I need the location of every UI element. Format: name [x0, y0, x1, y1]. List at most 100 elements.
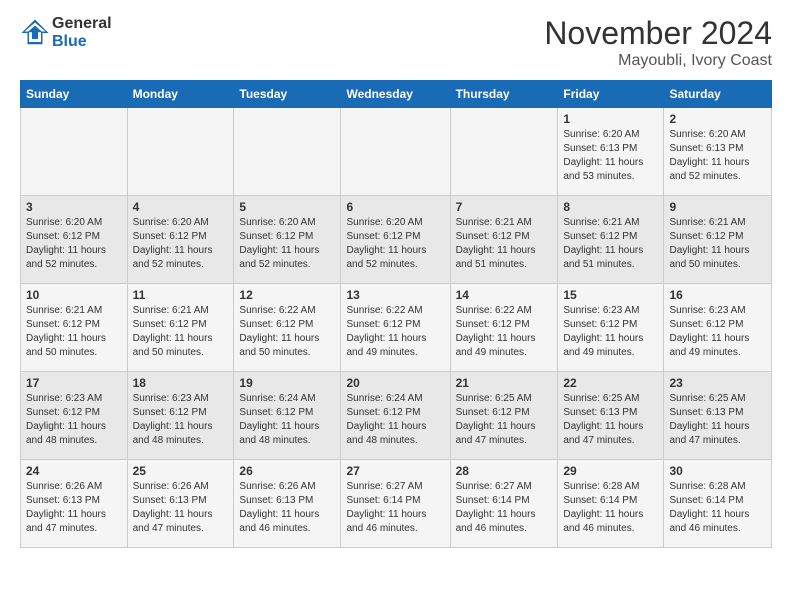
day-info: Sunrise: 6:26 AM Sunset: 6:13 PM Dayligh…	[133, 480, 229, 536]
day-number: 27	[346, 464, 444, 478]
day-number: 14	[456, 288, 553, 302]
calendar-week-row: 17Sunrise: 6:23 AM Sunset: 6:12 PM Dayli…	[21, 372, 772, 460]
day-info: Sunrise: 6:26 AM Sunset: 6:13 PM Dayligh…	[26, 480, 122, 536]
calendar-cell: 1 Sunrise: 6:20 AM Sunset: 6:13 PM Daylig…	[558, 108, 664, 196]
day-number: 20	[346, 376, 444, 390]
day-number: 25	[133, 464, 229, 478]
day-info: Sunrise: 6:24 AM Sunset: 6:12 PM Dayligh…	[346, 392, 444, 448]
day-info: Sunrise: 6:25 AM Sunset: 6:12 PM Dayligh…	[456, 392, 553, 448]
calendar-header-saturday: Saturday	[664, 81, 772, 108]
calendar-week-row: 1 Sunrise: 6:20 AM Sunset: 6:13 PM Daylig…	[21, 108, 772, 196]
day-number: 2	[669, 112, 766, 126]
calendar-cell: 8 Sunrise: 6:21 AM Sunset: 6:12 PM Daylig…	[558, 196, 664, 284]
calendar-cell: 25 Sunrise: 6:26 AM Sunset: 6:13 PM Dayli…	[127, 460, 234, 548]
day-info: Sunrise: 6:20 AM Sunset: 6:13 PM Dayligh…	[669, 128, 766, 184]
calendar-week-row: 24 Sunrise: 6:26 AM Sunset: 6:13 PM Dayli…	[21, 460, 772, 548]
calendar-cell: 29Sunrise: 6:28 AM Sunset: 6:14 PM Dayli…	[558, 460, 664, 548]
day-number: 11	[133, 288, 229, 302]
day-info: Sunrise: 6:20 AM Sunset: 6:12 PM Dayligh…	[239, 216, 335, 272]
calendar-cell	[450, 108, 558, 196]
day-info: Sunrise: 6:24 AM Sunset: 6:12 PM Dayligh…	[239, 392, 335, 448]
calendar-header-friday: Friday	[558, 81, 664, 108]
calendar-cell: 3 Sunrise: 6:20 AM Sunset: 6:12 PM Daylig…	[21, 196, 128, 284]
calendar-cell: 28 Sunrise: 6:27 AM Sunset: 6:14 PM Dayli…	[450, 460, 558, 548]
day-number: 4	[133, 200, 229, 214]
day-number: 9	[669, 200, 766, 214]
calendar-cell: 5 Sunrise: 6:20 AM Sunset: 6:12 PM Daylig…	[234, 196, 341, 284]
calendar-cell	[234, 108, 341, 196]
day-info: Sunrise: 6:23 AM Sunset: 6:12 PM Dayligh…	[133, 392, 229, 448]
calendar-cell: 13 Sunrise: 6:22 AM Sunset: 6:12 PM Dayli…	[341, 284, 450, 372]
calendar-cell: 9 Sunrise: 6:21 AM Sunset: 6:12 PM Daylig…	[664, 196, 772, 284]
calendar-week-row: 3 Sunrise: 6:20 AM Sunset: 6:12 PM Daylig…	[21, 196, 772, 284]
calendar-cell: 17Sunrise: 6:23 AM Sunset: 6:12 PM Dayli…	[21, 372, 128, 460]
calendar-cell: 19 Sunrise: 6:24 AM Sunset: 6:12 PM Dayli…	[234, 372, 341, 460]
day-info: Sunrise: 6:20 AM Sunset: 6:12 PM Dayligh…	[133, 216, 229, 272]
day-number: 12	[239, 288, 335, 302]
day-number: 7	[456, 200, 553, 214]
day-number: 3	[26, 200, 122, 214]
day-info: Sunrise: 6:22 AM Sunset: 6:12 PM Dayligh…	[239, 304, 335, 360]
day-info: Sunrise: 6:23 AM Sunset: 6:12 PM Dayligh…	[26, 392, 122, 448]
calendar-cell: 4 Sunrise: 6:20 AM Sunset: 6:12 PM Daylig…	[127, 196, 234, 284]
day-number: 24	[26, 464, 122, 478]
day-info: Sunrise: 6:21 AM Sunset: 6:12 PM Dayligh…	[563, 216, 658, 272]
day-number: 21	[456, 376, 553, 390]
calendar-cell	[21, 108, 128, 196]
day-number: 23	[669, 376, 766, 390]
day-info: Sunrise: 6:25 AM Sunset: 6:13 PM Dayligh…	[563, 392, 658, 448]
day-info: Sunrise: 6:21 AM Sunset: 6:12 PM Dayligh…	[456, 216, 553, 272]
calendar-header-thursday: Thursday	[450, 81, 558, 108]
day-info: Sunrise: 6:27 AM Sunset: 6:14 PM Dayligh…	[346, 480, 444, 536]
day-number: 15	[563, 288, 658, 302]
day-info: Sunrise: 6:22 AM Sunset: 6:12 PM Dayligh…	[346, 304, 444, 360]
page: General Blue November 2024 Mayoubli, Ivo…	[0, 0, 792, 612]
calendar-week-row: 10Sunrise: 6:21 AM Sunset: 6:12 PM Dayli…	[21, 284, 772, 372]
day-info: Sunrise: 6:21 AM Sunset: 6:12 PM Dayligh…	[26, 304, 122, 360]
calendar-cell: 6 Sunrise: 6:20 AM Sunset: 6:12 PM Daylig…	[341, 196, 450, 284]
calendar-header-monday: Monday	[127, 81, 234, 108]
day-number: 30	[669, 464, 766, 478]
calendar-cell: 20 Sunrise: 6:24 AM Sunset: 6:12 PM Dayli…	[341, 372, 450, 460]
calendar-cell	[341, 108, 450, 196]
day-number: 6	[346, 200, 444, 214]
calendar-cell: 18 Sunrise: 6:23 AM Sunset: 6:12 PM Dayli…	[127, 372, 234, 460]
day-info: Sunrise: 6:21 AM Sunset: 6:12 PM Dayligh…	[133, 304, 229, 360]
day-info: Sunrise: 6:21 AM Sunset: 6:12 PM Dayligh…	[669, 216, 766, 272]
day-info: Sunrise: 6:27 AM Sunset: 6:14 PM Dayligh…	[456, 480, 553, 536]
calendar-cell: 7 Sunrise: 6:21 AM Sunset: 6:12 PM Daylig…	[450, 196, 558, 284]
day-number: 8	[563, 200, 658, 214]
day-info: Sunrise: 6:20 AM Sunset: 6:12 PM Dayligh…	[26, 216, 122, 272]
day-info: Sunrise: 6:20 AM Sunset: 6:13 PM Dayligh…	[563, 128, 658, 184]
calendar-cell: 15Sunrise: 6:23 AM Sunset: 6:12 PM Dayli…	[558, 284, 664, 372]
calendar-cell	[127, 108, 234, 196]
calendar-cell: 14Sunrise: 6:22 AM Sunset: 6:12 PM Dayli…	[450, 284, 558, 372]
day-number: 22	[563, 376, 658, 390]
day-number: 16	[669, 288, 766, 302]
calendar-cell: 12 Sunrise: 6:22 AM Sunset: 6:12 PM Dayli…	[234, 284, 341, 372]
calendar-header-sunday: Sunday	[21, 81, 128, 108]
header: General Blue November 2024 Mayoubli, Ivo…	[20, 15, 772, 70]
calendar-header-tuesday: Tuesday	[234, 81, 341, 108]
day-number: 1	[563, 112, 658, 126]
calendar-header-wednesday: Wednesday	[341, 81, 450, 108]
day-number: 26	[239, 464, 335, 478]
calendar-cell: 22 Sunrise: 6:25 AM Sunset: 6:13 PM Dayli…	[558, 372, 664, 460]
day-info: Sunrise: 6:20 AM Sunset: 6:12 PM Dayligh…	[346, 216, 444, 272]
calendar-cell: 16 Sunrise: 6:23 AM Sunset: 6:12 PM Dayli…	[664, 284, 772, 372]
day-number: 19	[239, 376, 335, 390]
day-number: 28	[456, 464, 553, 478]
day-number: 18	[133, 376, 229, 390]
day-info: Sunrise: 6:23 AM Sunset: 6:12 PM Dayligh…	[669, 304, 766, 360]
day-number: 5	[239, 200, 335, 214]
calendar-header-row: SundayMondayTuesdayWednesdayThursdayFrid…	[21, 81, 772, 108]
day-number: 29	[563, 464, 658, 478]
logo-text: General Blue	[52, 15, 112, 51]
calendar: SundayMondayTuesdayWednesdayThursdayFrid…	[20, 80, 772, 548]
day-number: 13	[346, 288, 444, 302]
logo: General Blue	[20, 15, 112, 51]
calendar-cell: 23Sunrise: 6:25 AM Sunset: 6:13 PM Dayli…	[664, 372, 772, 460]
calendar-cell: 2 Sunrise: 6:20 AM Sunset: 6:13 PM Daylig…	[664, 108, 772, 196]
calendar-cell: 21 Sunrise: 6:25 AM Sunset: 6:12 PM Dayli…	[450, 372, 558, 460]
calendar-cell: 11 Sunrise: 6:21 AM Sunset: 6:12 PM Dayli…	[127, 284, 234, 372]
